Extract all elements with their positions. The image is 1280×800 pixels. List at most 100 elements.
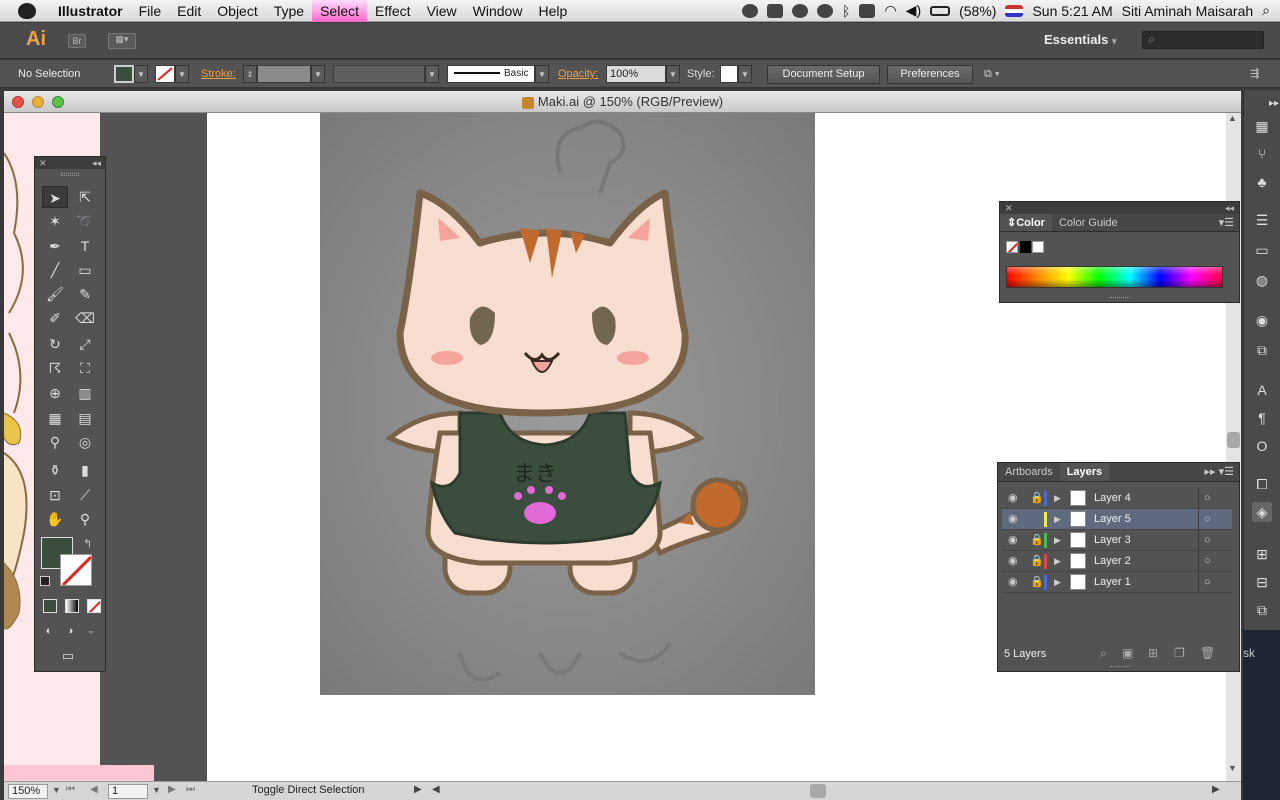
user-name[interactable]: Siti Aminah Maisarah [1122,3,1254,19]
minimize-window-button[interactable] [32,96,44,108]
blend-tool-icon[interactable]: ◎ [72,431,98,453]
cat-artwork[interactable]: まき [320,113,815,695]
lasso-tool-icon[interactable]: ➰ [72,210,98,232]
preferences-button[interactable]: Preferences [887,65,973,84]
wifi-icon[interactable]: ◠ [884,2,896,19]
zoom-tool-icon[interactable]: ⚲ [72,508,98,530]
tools-panel-header[interactable]: ✕ ◂◂ [35,157,105,169]
target-circle-icon[interactable]: ○ [1204,488,1211,509]
grip-icon[interactable] [1110,666,1130,669]
brush-definition[interactable]: Basic [447,65,535,83]
visibility-eye-icon[interactable]: ◉ [1008,530,1018,551]
brushes-panel-icon[interactable]: ⑂ [1252,144,1272,164]
collapse-icon[interactable]: ◂◂ [1225,202,1234,214]
shape-builder-tool-icon[interactable]: ⊕ [42,382,68,404]
line-tool-icon[interactable]: ╱ [42,259,68,281]
traced-photo[interactable]: まき [320,113,815,695]
menu-object[interactable]: Object [209,0,265,22]
arrange-documents-button[interactable]: ▦▾ [108,33,136,49]
stroke-weight-dropdown[interactable]: ▼ [311,65,325,83]
expand-triangle-icon[interactable]: ▶ [1054,509,1061,530]
none-swatch[interactable] [1006,241,1018,253]
expand-triangle-icon[interactable]: ▶ [1054,551,1061,572]
scroll-up-arrow[interactable]: ▲ [1228,113,1237,123]
artboard-tool-icon[interactable]: ⊡ [42,484,68,506]
lock-icon[interactable]: 🔒 [1030,530,1044,551]
selection-tool-icon[interactable]: ➤ [42,186,68,208]
expand-triangle-icon[interactable]: ▶ [1054,572,1061,593]
first-artboard-button[interactable]: ⏮ [66,784,75,795]
expand-triangle-icon[interactable]: ▶ [1054,530,1061,551]
collapse-icon[interactable]: ◂◂ [92,157,101,169]
variable-width-profile[interactable] [333,65,425,83]
menu-edit[interactable]: Edit [169,0,209,22]
target-circle-icon[interactable]: ○ [1204,530,1211,551]
target-circle-icon[interactable]: ○ [1204,572,1211,593]
stroke-dropdown[interactable]: ▼ [175,65,189,83]
color-panel[interactable]: ✕ ◂◂ ⇕Color Color Guide ▾☰ [999,201,1240,303]
artboard-number-field[interactable]: 1 [108,784,148,799]
battery-icon[interactable] [930,5,951,16]
flag-icon[interactable] [1005,4,1024,17]
layer-name[interactable]: Layer 2 [1094,551,1131,572]
style-dropdown[interactable]: ▼ [738,65,752,83]
tools-panel[interactable]: ✕ ◂◂ ➤ ⇱ ✶ ➰ ✒ T ╱ ▭ 🖌 ✎ ✐ ⌫ ↻ ⤢ ☈ ⛶ ⊕ ▥ … [34,156,106,672]
mesh-tool-icon[interactable]: ▦ [42,407,68,429]
transparency-panel-icon[interactable]: ◍ [1252,270,1272,290]
visibility-eye-icon[interactable]: ◉ [1008,551,1018,572]
stroke-color-swatch[interactable] [60,554,92,586]
grip-icon[interactable] [61,173,79,176]
menu-file[interactable]: File [131,0,170,22]
visibility-eye-icon[interactable]: ◉ [1008,488,1018,509]
swap-colors-icon[interactable]: ↰ [83,537,92,550]
layer-name[interactable]: Layer 5 [1094,509,1131,530]
tab-artboards[interactable]: Artboards [998,463,1060,481]
warp-tool-icon[interactable]: ☈ [42,357,68,379]
pen-tool-icon[interactable]: ✒ [42,235,68,257]
stroke-panel-icon[interactable]: ☰ [1252,210,1272,230]
color-panel-menu-icon[interactable]: ▾☰ [1219,214,1239,231]
white-swatch[interactable] [1032,241,1044,253]
grip-icon[interactable] [1110,297,1130,300]
color-panel-header[interactable]: ✕ ◂◂ [1000,202,1239,214]
layer-row[interactable]: ◉ 🔒 ▶ Layer 2 ○ [1002,551,1232,572]
perspective-grid-tool-icon[interactable]: ▥ [72,382,98,404]
character-panel-icon[interactable]: A [1252,380,1272,400]
scroll-left-arrow[interactable]: ◀ [432,784,440,795]
direct-selection-tool-icon[interactable]: ⇱ [72,186,98,208]
zoom-window-button[interactable] [52,96,64,108]
brush-dropdown[interactable]: ▼ [535,65,549,83]
paintbrush-tool-icon[interactable]: 🖌 [42,283,68,305]
black-swatch[interactable] [1020,241,1031,253]
lock-icon[interactable]: 🔒 [1030,572,1044,593]
tab-color[interactable]: ⇕Color [1000,214,1052,231]
layers-panel[interactable]: Artboards Layers ▸▸ ▾☰ ◉ 🔒 ▶ Layer 4 ○ ◉ ▶ Laye… [997,462,1240,672]
create-sublayer-icon[interactable]: ⊞ [1148,646,1158,660]
opacity-dropdown[interactable]: ▼ [666,65,680,83]
scroll-down-arrow[interactable]: ▼ [1228,763,1237,773]
delete-layer-icon[interactable]: 🗑 [1200,646,1215,660]
visibility-eye-icon[interactable]: ◉ [1008,572,1018,593]
layer-name[interactable]: Layer 4 [1094,488,1131,509]
appearance-panel-icon[interactable]: ◉ [1252,310,1272,330]
align-panel-icon[interactable]: ⊞ [1252,544,1272,564]
rotate-tool-icon[interactable]: ↻ [42,333,68,355]
tab-layers[interactable]: Layers [1059,463,1110,481]
vertical-scroll-thumb[interactable] [1227,432,1240,448]
menu-app-name[interactable]: Illustrator [50,0,131,22]
bluetooth-icon[interactable]: ᛒ [842,3,850,19]
gradient-mode-button[interactable] [65,599,79,613]
target-circle-icon[interactable]: ○ [1204,509,1211,530]
locate-object-icon[interactable]: ⌕ [1100,646,1107,661]
previous-artboard-button[interactable]: ◀ [90,784,98,795]
opacity-field[interactable]: 100% [606,65,666,83]
layer-row[interactable]: ◉ 🔒 ▶ Layer 1 ○ [1002,572,1232,593]
target-circle-icon[interactable]: ○ [1204,551,1211,572]
workspace-switcher[interactable]: Essentials ▾ [1044,32,1116,47]
last-artboard-button[interactable]: ⏭ [186,784,195,795]
paragraph-panel-icon[interactable]: ¶ [1252,408,1272,428]
color-spectrum[interactable] [1006,266,1223,288]
panel-menu-icon[interactable]: ⇶ [1250,60,1259,88]
symbols-panel-icon[interactable]: ♣ [1252,172,1272,192]
draw-inside-icon[interactable]: ◒ [81,620,101,642]
